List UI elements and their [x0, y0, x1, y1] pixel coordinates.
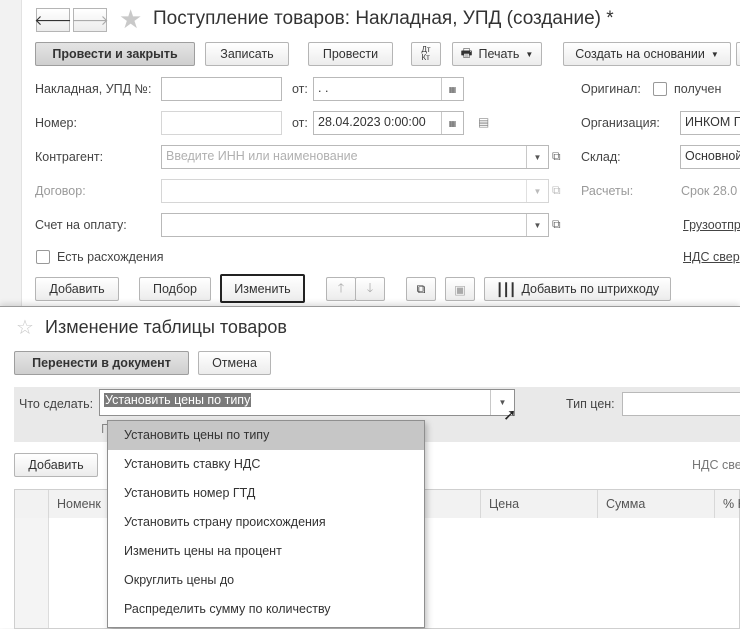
- payment-invoice-input[interactable]: ▼: [161, 213, 549, 237]
- payment-invoice-label: Счет на оплату:: [35, 218, 127, 232]
- settlements-label: Расчеты:: [581, 184, 634, 198]
- post-and-close-button[interactable]: Провести и закрыть: [35, 42, 195, 66]
- number-date-value: 28.04.2023 0:00:00: [318, 115, 426, 129]
- column-header-price[interactable]: Цена: [480, 490, 519, 518]
- number-date-from-label: от:: [292, 116, 308, 130]
- more-button[interactable]: [736, 42, 740, 66]
- vat-label: НДС све: [692, 458, 740, 472]
- move-up-button[interactable]: 🡑: [326, 277, 356, 301]
- print-button-label: Печать: [478, 47, 520, 61]
- document-window: 🡐 🡒 ★ Поступление товаров: Накладная, УП…: [0, 0, 740, 306]
- invoice-date-value: . .: [318, 81, 329, 95]
- move-down-button[interactable]: 🡓: [355, 277, 385, 301]
- left-panel-strip: [0, 0, 22, 306]
- option-set-prices-by-type[interactable]: Установить цены по типу: [108, 421, 424, 450]
- document-title: Поступление товаров: Накладная, УПД (соз…: [153, 8, 614, 29]
- arrow-left-icon: 🡐: [34, 11, 72, 28]
- shipper-link[interactable]: Грузоотпр: [683, 218, 740, 232]
- forward-button[interactable]: 🡒: [71, 8, 109, 32]
- open-payment-invoice-icon[interactable]: ⧉: [552, 217, 561, 232]
- add-row-button[interactable]: Добавить: [14, 453, 98, 477]
- organization-label: Организация:: [581, 116, 660, 130]
- action-dropdown-list: Установить цены по типу Установить ставк…: [107, 420, 425, 628]
- contractor-placeholder: Введите ИНН или наименование: [166, 149, 358, 163]
- add-by-barcode-label: Добавить по штрихкоду: [521, 282, 660, 296]
- contractor-input[interactable]: Введите ИНН или наименование ▼: [161, 145, 549, 169]
- price-type-input[interactable]: [622, 392, 740, 416]
- calendar-icon[interactable]: ▦: [441, 112, 463, 134]
- post-button[interactable]: Провести: [308, 42, 393, 66]
- contract-input[interactable]: ▼: [161, 179, 549, 203]
- price-type-label: Тип цен:: [566, 397, 615, 411]
- paste-icon: ▣: [454, 282, 466, 297]
- warehouse-label: Склад:: [581, 150, 621, 164]
- contract-label: Договор:: [35, 184, 86, 198]
- contractor-label: Контрагент:: [35, 150, 104, 164]
- favorite-star-icon[interactable]: ☆: [16, 315, 34, 340]
- add-by-barcode-button[interactable]: ┃┃┃ Добавить по штрихкоду: [484, 277, 671, 301]
- action-label: Что сделать:: [19, 397, 94, 411]
- mouse-cursor-icon: ➚: [503, 407, 517, 424]
- transfer-to-document-button[interactable]: Перенести в документ: [14, 351, 189, 375]
- option-round-prices[interactable]: Округлить цены до: [108, 566, 424, 595]
- barcode-icon: ┃┃┃: [495, 282, 517, 297]
- print-button[interactable]: 🖶 Печать ▼: [452, 42, 542, 66]
- add-row-button[interactable]: Добавить: [35, 277, 119, 301]
- save-button[interactable]: Записать: [205, 42, 289, 66]
- back-button[interactable]: 🡐: [34, 8, 72, 32]
- original-received-checkbox[interactable]: [653, 82, 667, 96]
- option-distribute-sum-by-quantity[interactable]: Распределить сумму по количеству: [108, 595, 424, 624]
- vat-link[interactable]: НДС свер: [683, 250, 740, 264]
- arrow-down-icon: 🡓: [366, 280, 374, 295]
- open-contractor-icon[interactable]: ⧉: [552, 149, 561, 164]
- original-received-label: получен: [674, 82, 722, 96]
- settlements-value[interactable]: Срок 28.0: [681, 184, 737, 198]
- number-label: Номер:: [35, 116, 77, 130]
- organization-input[interactable]: ИНКОМ Г: [680, 111, 740, 135]
- table-row-gutter: [15, 518, 49, 628]
- copy-button[interactable]: ⧉: [406, 277, 436, 301]
- option-set-vat-rate[interactable]: Установить ставку НДС: [108, 450, 424, 479]
- number-input[interactable]: [161, 111, 282, 135]
- invoice-date-from-label: от:: [292, 82, 308, 96]
- paste-button[interactable]: ▣: [445, 277, 475, 301]
- chevron-down-icon[interactable]: ▼: [526, 180, 548, 202]
- chevron-down-icon[interactable]: ▼: [526, 146, 548, 168]
- action-select[interactable]: Установить цены по типу ▼: [99, 389, 515, 416]
- column-header-vat-percent[interactable]: % Н: [714, 490, 740, 518]
- create-based-on-label: Создать на основании: [575, 47, 705, 61]
- chevron-down-icon: ▼: [525, 49, 534, 59]
- option-change-prices-percent[interactable]: Изменить цены на процент: [108, 537, 424, 566]
- pick-button[interactable]: Подбор: [139, 277, 211, 301]
- change-button[interactable]: Изменить: [220, 274, 305, 303]
- chevron-down-icon[interactable]: ▼: [526, 214, 548, 236]
- dialog-title: Изменение таблицы товаров: [45, 317, 287, 337]
- number-date-input[interactable]: 28.04.2023 0:00:00 ▦: [313, 111, 464, 135]
- action-select-value: Установить цены по типу: [104, 393, 252, 407]
- option-set-country-of-origin[interactable]: Установить страну происхождения: [108, 508, 424, 537]
- invoice-number-input[interactable]: [161, 77, 282, 101]
- column-header-nomenclature[interactable]: Номенк: [48, 490, 101, 518]
- discrepancy-label: Есть расхождения: [57, 250, 164, 264]
- cancel-button[interactable]: Отмена: [198, 351, 271, 375]
- arrow-up-icon: 🡑: [337, 280, 345, 295]
- dt-kt-button[interactable]: Дт Кт: [411, 42, 441, 66]
- option-set-gtd-number[interactable]: Установить номер ГТД: [108, 479, 424, 508]
- printer-icon: 🖶: [460, 45, 473, 60]
- calendar-icon[interactable]: ▦: [441, 78, 463, 100]
- original-label: Оригинал:: [581, 82, 641, 96]
- warehouse-input[interactable]: Основной: [680, 145, 740, 169]
- column-header-sum[interactable]: Сумма: [597, 490, 645, 518]
- dt-kt-icon: Дт Кт: [421, 45, 431, 62]
- favorite-star-icon[interactable]: ★: [119, 4, 142, 35]
- invoice-date-input[interactable]: . . ▦: [313, 77, 464, 101]
- invoice-number-label: Накладная, УПД №:: [35, 82, 152, 96]
- create-based-on-button[interactable]: Создать на основании ▼: [563, 42, 731, 66]
- comment-icon[interactable]: ▤: [478, 115, 489, 129]
- discrepancy-checkbox[interactable]: [36, 250, 50, 264]
- arrow-right-icon: 🡒: [71, 11, 109, 28]
- open-contract-icon[interactable]: ⧉: [552, 183, 561, 198]
- chevron-down-icon: ▼: [710, 49, 719, 59]
- copy-icon: ⧉: [416, 281, 426, 296]
